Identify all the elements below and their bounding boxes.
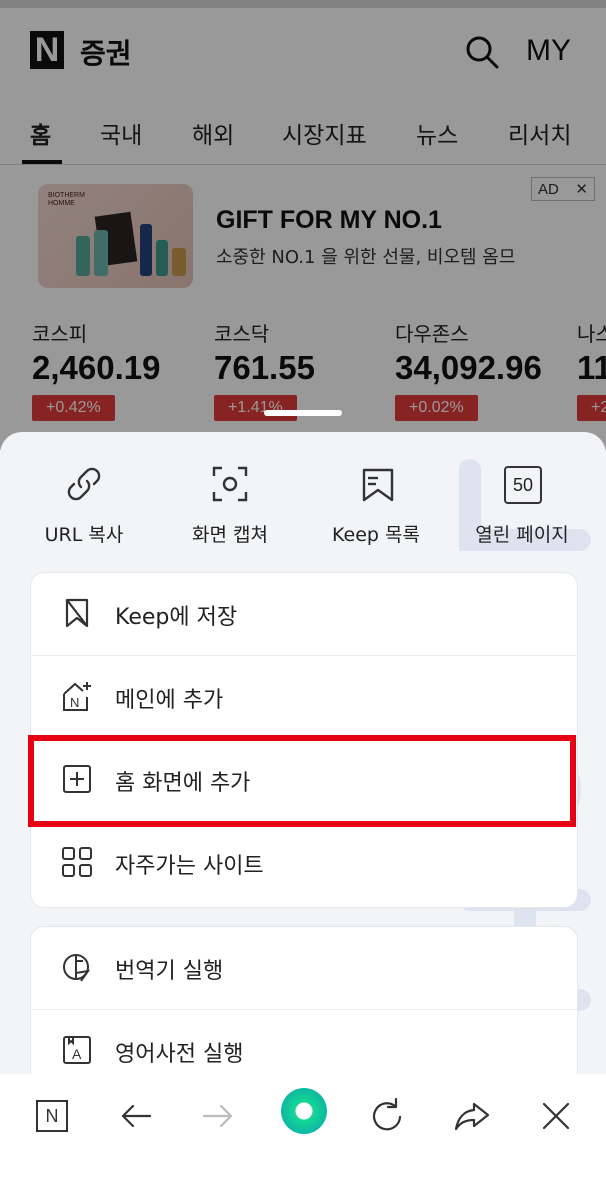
dictionary-icon: A [61,1034,93,1066]
arrow-left-icon [121,1104,152,1128]
naver-home-icon: N [36,1100,68,1132]
keep-bookmark-icon [61,597,93,629]
menu-item-translator[interactable]: 번역기 실행 [31,927,577,1010]
menu-item-label: 번역기 실행 [115,959,224,984]
forward-button[interactable] [198,1096,238,1136]
add-main-icon: N [61,680,93,712]
quick-action-url-copy[interactable]: URL 복사 [14,462,154,547]
keep-list-icon [354,462,398,506]
translate-icon [61,951,93,983]
back-button[interactable] [116,1096,156,1136]
share-icon [454,1102,490,1131]
arrow-right-icon [202,1104,233,1128]
quick-action-keep-list[interactable]: Keep 목록 [306,462,446,547]
page: N 증권 MY 홈 국내 해외 시장지표 뉴스 리서치 BIOTHERM HOM… [0,0,606,1177]
close-button[interactable] [536,1096,576,1136]
link-icon [62,462,106,506]
highlight-box [28,735,576,827]
menu-item-label: 자주가는 사이트 [115,854,264,879]
share-button[interactable] [452,1096,492,1136]
quick-action-label: 열린 페이지 [475,524,569,546]
refresh-button[interactable] [367,1096,407,1136]
capture-icon [208,462,252,506]
add-main-icon-letter: N [70,695,79,710]
menu-item-frequent-sites[interactable]: 자주가는 사이트 [31,822,577,904]
menu-item-label: 영어사전 실행 [115,1042,244,1067]
quick-action-open-pages[interactable]: 50 열린 페이지 [452,462,592,547]
background-page: N 증권 MY 홈 국내 해외 시장지표 뉴스 리서치 BIOTHERM HOM… [0,0,606,450]
menu-item-add-main[interactable]: N 메인에 추가 [31,656,577,739]
quick-action-label: 화면 캡쳐 [192,524,268,546]
quick-action-screen-capture[interactable]: 화면 캡쳐 [160,462,300,547]
quick-action-label: Keep 목록 [332,524,420,546]
menu-item-label: Keep에 저장 [115,605,238,630]
grid-icon [61,846,93,878]
menu-item-label: 메인에 추가 [115,688,224,713]
refresh-icon [372,1097,402,1131]
open-pages-count: 50 [504,466,542,504]
dim-overlay[interactable] [0,0,606,450]
dictionary-icon-letter: A [72,1046,82,1062]
quick-action-label: URL 복사 [44,524,124,546]
open-pages-icon: 50 [500,462,544,506]
menu-item-keep-save[interactable]: Keep에 저장 [31,573,577,656]
close-icon [542,1102,570,1130]
green-dot-button[interactable] [281,1088,327,1134]
sheet-drag-handle[interactable] [264,410,342,416]
naver-home-button[interactable]: N [32,1096,72,1136]
